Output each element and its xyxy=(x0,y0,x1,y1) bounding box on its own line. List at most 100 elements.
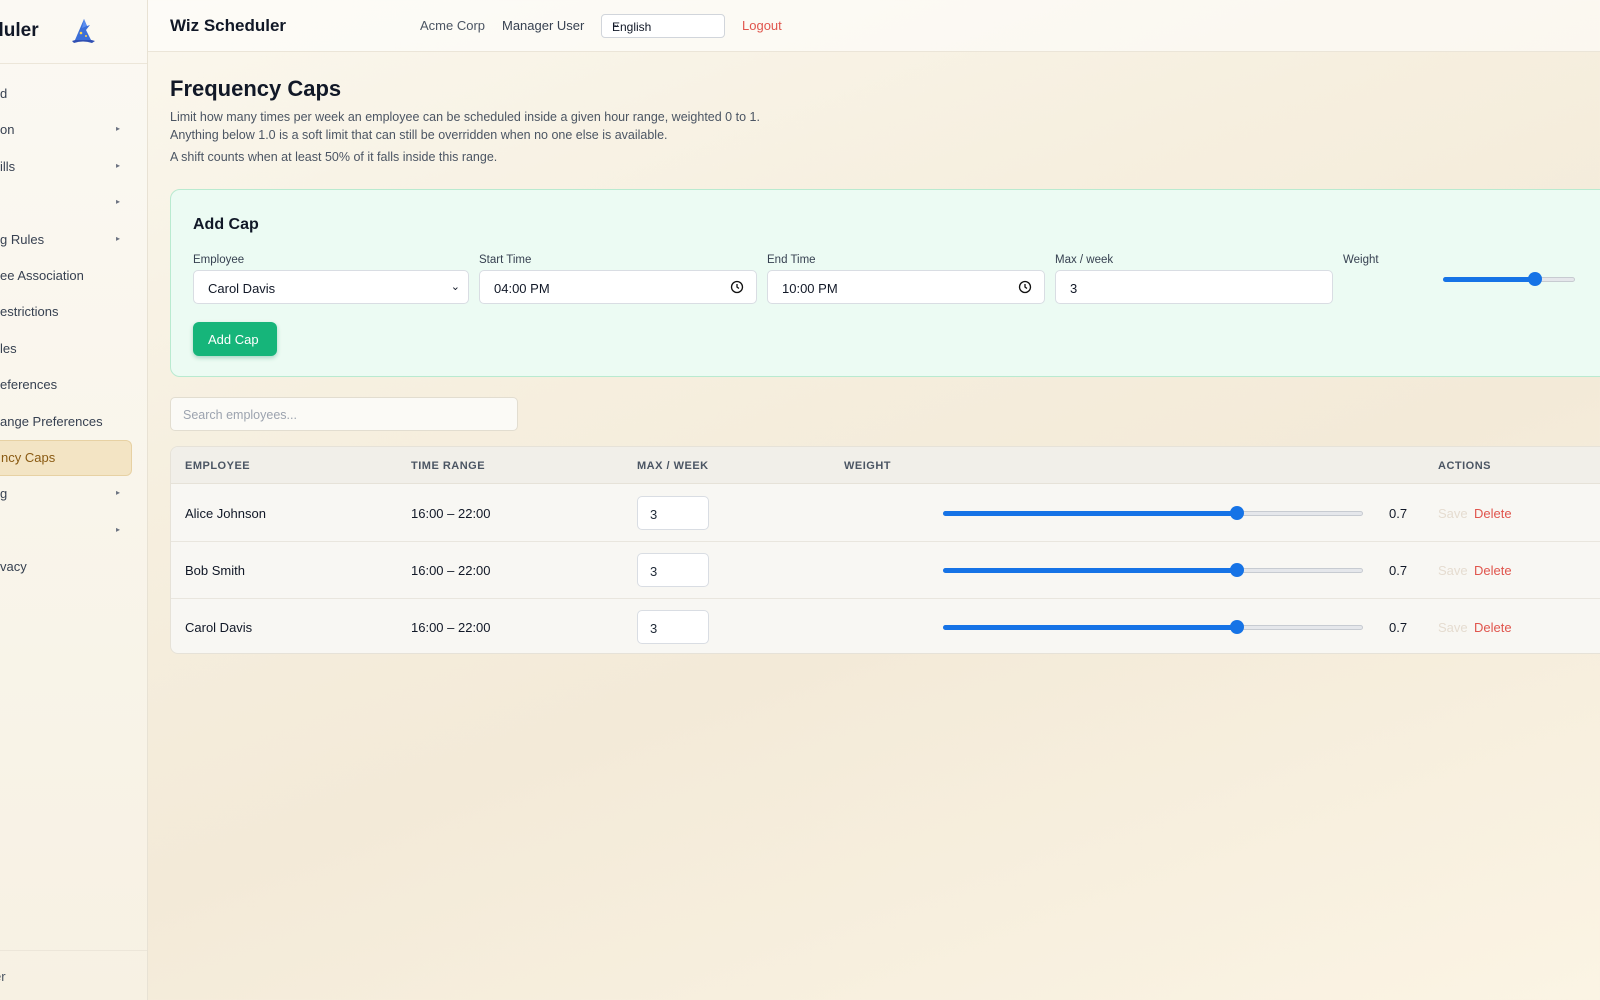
max-week-input[interactable]: 3 xyxy=(637,496,709,530)
logout-link[interactable]: Logout xyxy=(742,18,782,33)
sidebar-item-label: d xyxy=(0,86,8,101)
max-week-label: Max / week xyxy=(1055,254,1114,266)
slider-thumb[interactable] xyxy=(1230,563,1244,577)
save-button[interactable]: Save xyxy=(1438,563,1468,578)
end-time-value: 10:00 PM xyxy=(782,281,838,296)
delete-button[interactable]: Delete xyxy=(1474,620,1512,635)
sidebar-item-label: g xyxy=(0,486,8,502)
add-cap-card: Add Cap Employee Carol Davis ⌄ Start Tim… xyxy=(170,189,1600,377)
table-row: Bob Smith 16:00 – 22:00 3 0.7 Save Delete xyxy=(171,542,1600,599)
slider-thumb[interactable] xyxy=(1528,272,1543,286)
chevron-right-icon: ▸ xyxy=(116,124,121,134)
chevron-right-icon: ▸ xyxy=(116,233,121,243)
employee-label: Employee xyxy=(193,254,245,266)
delete-button[interactable]: Delete xyxy=(1474,506,1512,521)
end-time-input[interactable]: 10:00 PM xyxy=(767,270,1045,304)
sidebar-item-label: on xyxy=(0,122,15,138)
sidebar: heduler d on ▸ ills ▸ ▸ g Rules ▸ ee Association… xyxy=(0,0,148,1000)
cell-time-range: 16:00 – 22:00 xyxy=(411,506,491,521)
slider-thumb[interactable] xyxy=(1230,620,1244,634)
weight-slider[interactable] xyxy=(943,506,1363,520)
cell-time-range: 16:00 – 22:00 xyxy=(411,563,491,578)
sidebar-item[interactable]: ange Preferences xyxy=(0,404,132,440)
page-title: Frequency Caps xyxy=(170,76,342,101)
sidebar-item[interactable]: ills ▸ xyxy=(0,149,132,185)
end-time-label: End Time xyxy=(767,254,816,266)
language-select[interactable]: English ⌄ xyxy=(601,14,725,38)
weight-label: Weight xyxy=(1343,254,1379,266)
save-button[interactable]: Save xyxy=(1438,620,1468,635)
search-input[interactable]: Search employees... xyxy=(170,397,518,431)
weight-slider[interactable] xyxy=(943,563,1363,577)
search-placeholder: Search employees... xyxy=(183,408,297,422)
frequency-caps-table: EMPLOYEE TIME RANGE MAX / WEEK WEIGHT AC… xyxy=(170,446,1600,654)
sidebar-item-label: vacy xyxy=(0,559,27,575)
sidebar-item[interactable]: g Rules ▸ xyxy=(0,222,132,258)
weight-slider[interactable] xyxy=(943,620,1363,634)
sidebar-item[interactable]: les xyxy=(0,331,132,367)
sidebar-item[interactable]: eferences xyxy=(0,367,132,403)
wizard-hat-icon xyxy=(72,19,95,43)
sidebar-item-label: ee Association xyxy=(0,268,84,283)
sidebar-item-label: les xyxy=(0,340,17,356)
start-time-label: Start Time xyxy=(479,254,532,266)
delete-button[interactable]: Delete xyxy=(1474,563,1512,578)
sidebar-item[interactable]: ▸ xyxy=(0,513,132,549)
page-description: Limit how many times per week an employe… xyxy=(170,110,760,142)
header-employee: EMPLOYEE xyxy=(185,460,251,472)
sidebar-item[interactable]: d xyxy=(0,76,132,112)
max-week-input[interactable]: 3 xyxy=(637,610,709,644)
sidebar-item-label: ncy Caps xyxy=(1,449,56,465)
header-weight: WEIGHT xyxy=(844,460,891,472)
clock-icon[interactable] xyxy=(730,280,744,294)
start-time-input[interactable]: 04:00 PM xyxy=(479,270,757,304)
sidebar-item[interactable]: g ▸ xyxy=(0,476,132,512)
add-cap-button-label: Add Cap xyxy=(208,332,259,347)
chevron-down-icon: ⌄ xyxy=(450,281,460,293)
clock-icon[interactable] xyxy=(1018,280,1032,294)
sidebar-item[interactable]: ▸ xyxy=(0,185,132,221)
max-week-input[interactable]: 3 xyxy=(1055,270,1333,304)
employee-select-value: Carol Davis xyxy=(208,281,276,296)
sidebar-footer-label: er xyxy=(0,969,6,984)
sidebar-footer[interactable]: er xyxy=(0,950,147,1000)
cell-employee: Carol Davis xyxy=(185,620,253,635)
header-max-week: MAX / WEEK xyxy=(637,460,709,472)
sidebar-item[interactable]: estrictions xyxy=(0,294,132,330)
sidebar-item-label: ills xyxy=(0,158,16,174)
slider-thumb[interactable] xyxy=(1230,506,1244,520)
max-week-value: 3 xyxy=(1070,281,1078,296)
sidebar-item-label: g Rules xyxy=(0,231,45,247)
table-header: EMPLOYEE TIME RANGE MAX / WEEK WEIGHT AC… xyxy=(171,447,1600,484)
start-time-value: 04:00 PM xyxy=(494,281,550,296)
sidebar-item-label: ange Preferences xyxy=(0,413,103,429)
sidebar-item[interactable]: vacy xyxy=(0,549,132,585)
slider-fill xyxy=(1443,277,1536,282)
cell-employee: Alice Johnson xyxy=(185,506,266,521)
cell-employee: Bob Smith xyxy=(185,563,245,578)
sidebar-item-label: eferences xyxy=(0,377,58,393)
max-week-input[interactable]: 3 xyxy=(637,553,709,587)
sidebar-item[interactable]: on ▸ xyxy=(0,112,132,148)
weight-value: 0.7 xyxy=(1389,563,1408,578)
brand[interactable]: heduler xyxy=(0,0,147,64)
employee-select[interactable]: Carol Davis ⌄ xyxy=(193,270,469,304)
brand-name: heduler xyxy=(0,20,39,41)
weight-value: 0.7 xyxy=(1389,506,1408,521)
add-cap-button[interactable]: Add Cap xyxy=(193,322,277,356)
weight-slider[interactable] xyxy=(1443,272,1575,286)
max-week-value: 3 xyxy=(650,507,658,522)
sidebar-item[interactable]: ncy Caps xyxy=(0,439,132,476)
weight-value: 0.7 xyxy=(1389,620,1408,635)
add-cap-title: Add Cap xyxy=(193,216,259,233)
page-note: A shift counts when at least 50% of it f… xyxy=(170,150,498,164)
max-week-value: 3 xyxy=(650,621,658,636)
top-bar: Wiz Scheduler Acme Corp Manager User Eng… xyxy=(148,0,1600,52)
save-button[interactable]: Save xyxy=(1438,506,1468,521)
sidebar-item[interactable]: ee Association xyxy=(0,258,132,294)
slider-fill xyxy=(943,511,1237,516)
chevron-right-icon: ▸ xyxy=(116,488,121,498)
organization-name: Acme Corp xyxy=(420,18,486,33)
chevron-right-icon: ▸ xyxy=(116,160,121,170)
app-title: Wiz Scheduler xyxy=(170,16,287,35)
